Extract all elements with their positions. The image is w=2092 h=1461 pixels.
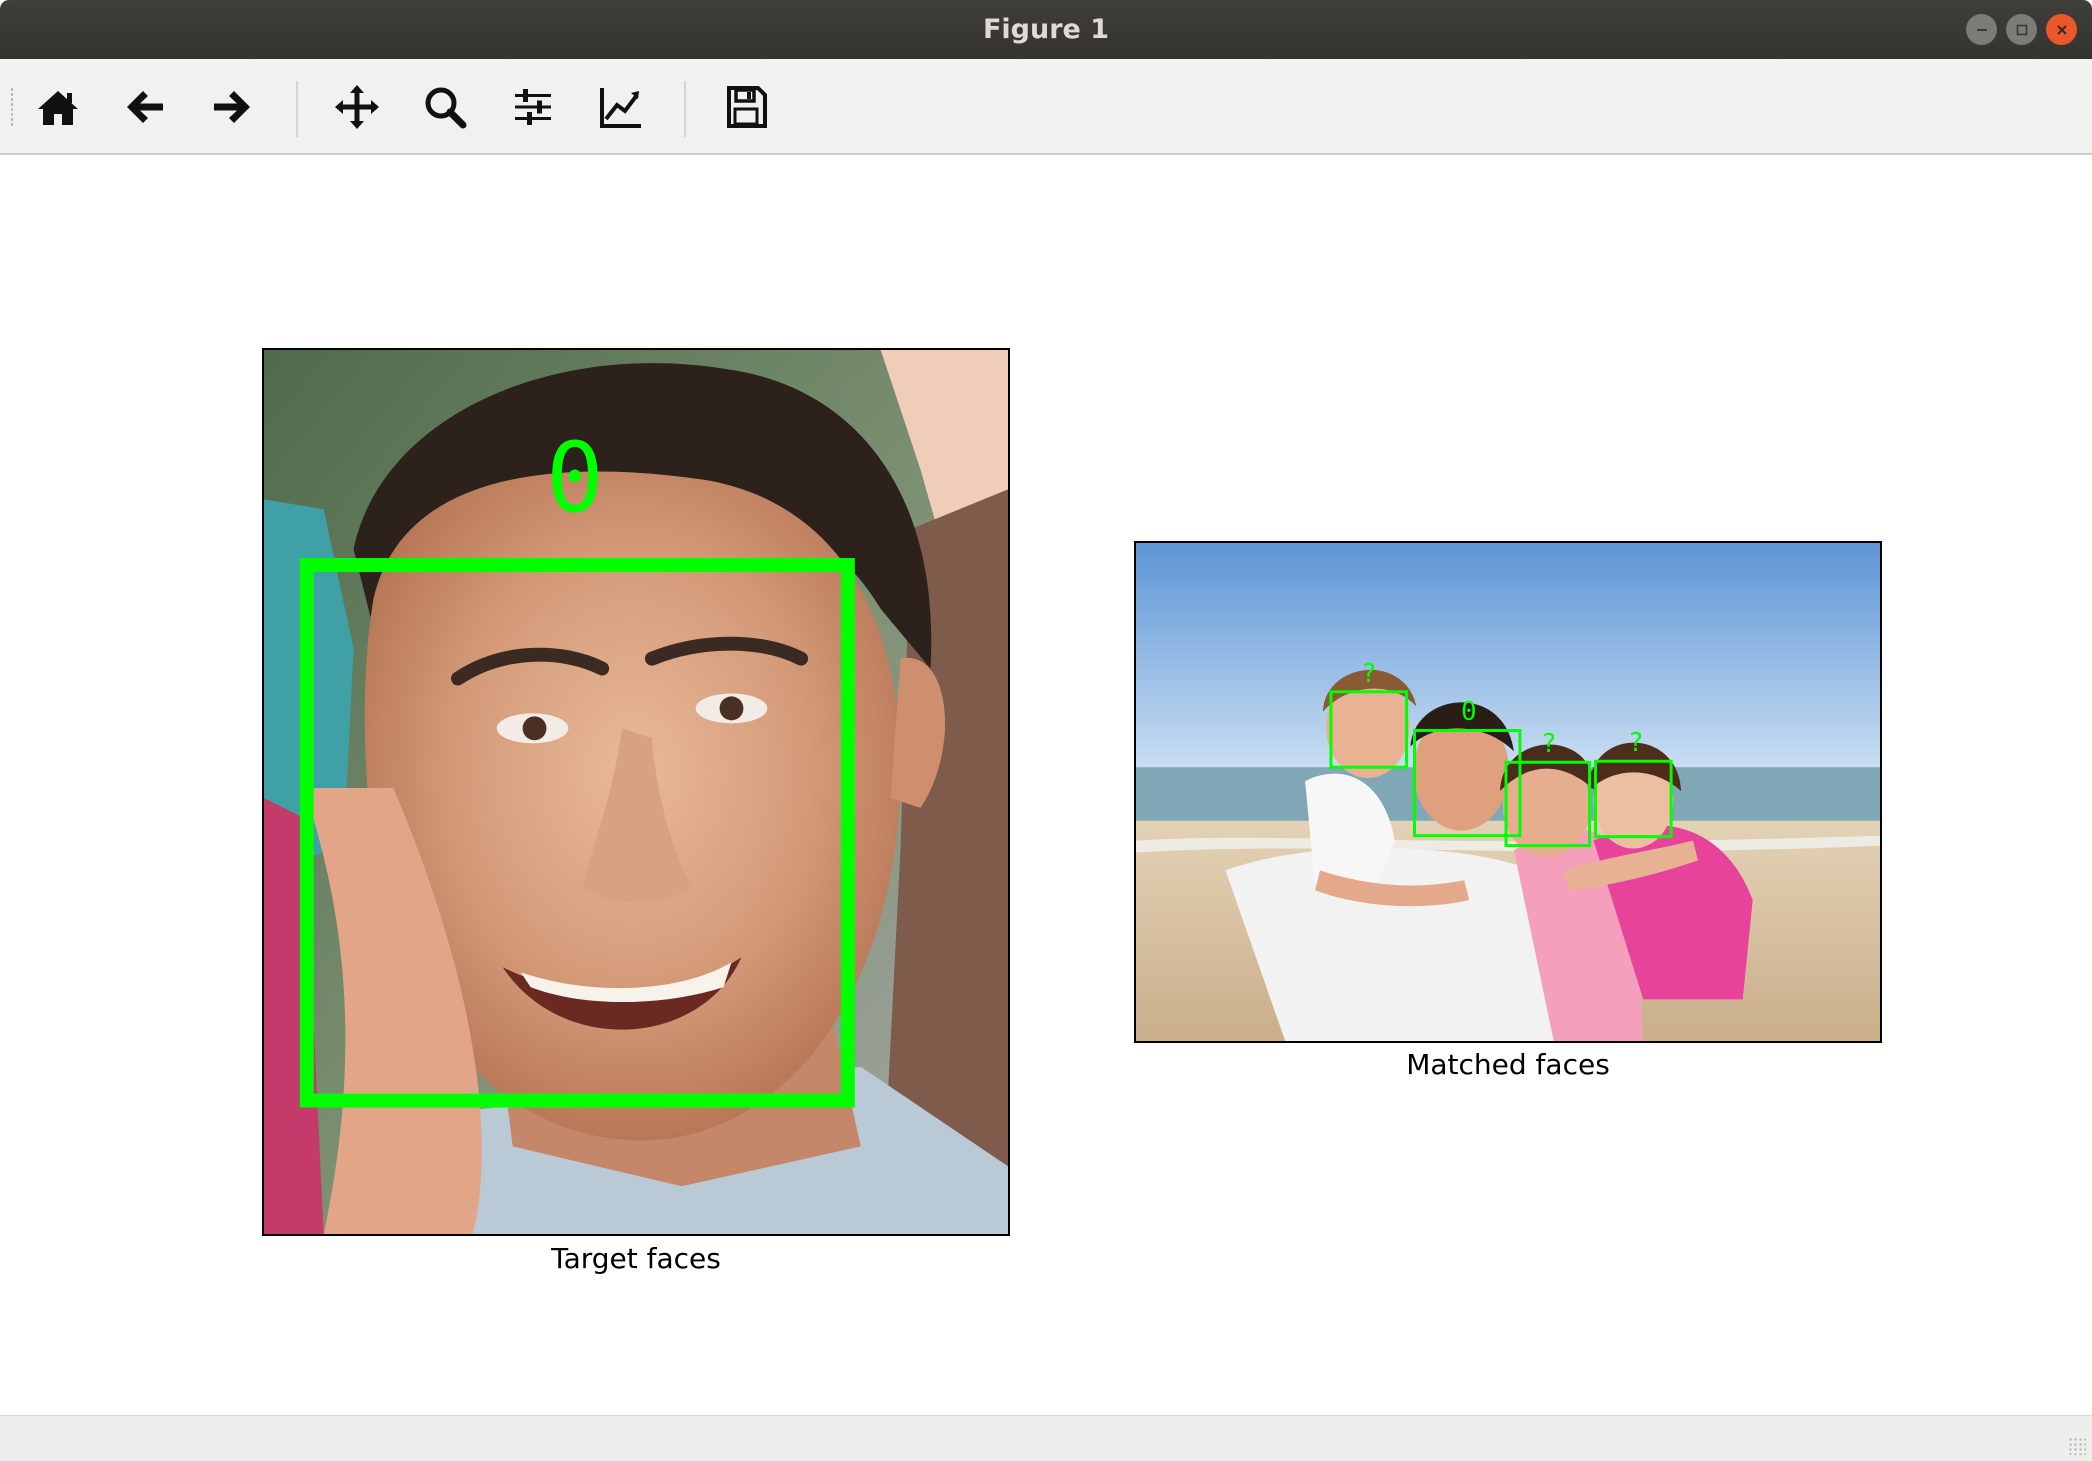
pan-icon: [335, 85, 379, 129]
save-button[interactable]: [718, 79, 774, 135]
close-icon: [2056, 24, 2067, 35]
matched-faces-axes[interactable]: ? 0 ? ?: [1134, 541, 1882, 1043]
navigation-toolbar: [0, 59, 2092, 155]
match-label-1: ?: [1361, 659, 1377, 689]
matched-faces-xlabel: Matched faces: [1406, 1048, 1610, 1081]
target-faces-axes[interactable]: 0: [262, 348, 1010, 1236]
close-button[interactable]: [2046, 14, 2077, 45]
back-button[interactable]: [117, 79, 173, 135]
edit-axis-button[interactable]: [593, 79, 649, 135]
home-button[interactable]: [30, 79, 86, 135]
target-face-label: 0: [546, 422, 604, 534]
edit-axis-icon: [600, 88, 641, 128]
maximize-icon: [2016, 24, 2027, 35]
toolbar-separator: [684, 81, 686, 137]
forward-button[interactable]: [204, 79, 260, 135]
zoom-icon: [425, 87, 467, 129]
match-label-4: ?: [1628, 728, 1644, 758]
configure-subplots-button[interactable]: [505, 79, 561, 135]
minimize-button[interactable]: [1966, 14, 1997, 45]
back-arrow-icon: [127, 91, 163, 123]
save-icon: [727, 86, 767, 128]
figure-canvas[interactable]: 0 Target faces ? 0 ? ? Matched faces: [0, 155, 2092, 1415]
match-label-3: ?: [1541, 729, 1557, 759]
window-titlebar[interactable]: Figure 1: [0, 0, 2092, 59]
match-label-2: 0: [1461, 697, 1477, 727]
resize-grip[interactable]: [2068, 1437, 2086, 1455]
home-icon: [38, 91, 78, 125]
target-faces-xlabel: Target faces: [551, 1242, 721, 1275]
pan-button[interactable]: [329, 79, 385, 135]
maximize-button[interactable]: [2006, 14, 2037, 45]
forward-arrow-icon: [214, 91, 250, 123]
toolbar-separator: [296, 81, 298, 137]
toolbar-grip[interactable]: [10, 87, 14, 127]
status-bar: [0, 1415, 2092, 1461]
zoom-button[interactable]: [417, 79, 473, 135]
configure-subplots-icon: [515, 89, 551, 125]
matched-faces-image: [1136, 543, 1880, 1041]
target-face-image: [264, 350, 1008, 1234]
window-title: Figure 1: [982, 14, 1110, 45]
minimize-icon: [1976, 28, 1987, 31]
